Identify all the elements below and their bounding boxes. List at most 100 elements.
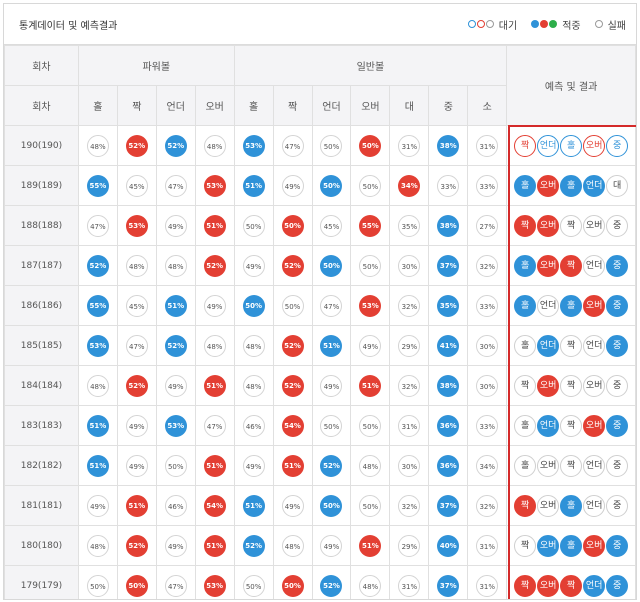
prediction-badge: 짝 <box>560 214 583 237</box>
normal-pct-badge: 52% <box>281 254 304 277</box>
power-pct-cell: 53% <box>155 405 196 446</box>
power-pct-badge: 55% <box>86 294 109 317</box>
prediction-result-cell: 짝 오버 짝 오버 중 <box>506 205 636 246</box>
normal-col-header: 소 <box>467 85 508 126</box>
normal-pct-badge: 50% <box>320 134 343 157</box>
normal-pct-badge: 47% <box>320 294 343 317</box>
normal-pct-badge: 50% <box>242 214 265 237</box>
normal-pct-cell: 31% <box>389 565 430 599</box>
prediction-result-cell: 홀 언더 홀 오버 중 <box>506 285 636 326</box>
prediction-badge: 오버 <box>537 174 560 197</box>
normal-pct-badge: 52% <box>281 374 304 397</box>
prediction-badge: 오버 <box>583 214 606 237</box>
power-pct-cell: 48% <box>77 125 118 166</box>
power-pct-badge: 49% <box>164 374 187 397</box>
prediction-badge: 홀 <box>514 454 537 477</box>
power-pct-badge: 48% <box>203 134 226 157</box>
prediction-result-cell: 짝 언더 홀 오버 중 <box>506 125 636 166</box>
normal-pct-badge: 50% <box>320 174 343 197</box>
normal-pct-badge: 35% <box>437 294 460 317</box>
table-row: 180(180) 48% 52% 49% 51% 52% 48% 49% 51% 29% 40% 31… <box>4 525 636 566</box>
power-pct-badge: 51% <box>125 494 148 517</box>
power-pct-badge: 50% <box>86 574 109 597</box>
normal-pct-cell: 32% <box>467 245 508 286</box>
normal-pct-cell: 32% <box>389 365 430 406</box>
normal-pct-cell: 50% <box>311 405 352 446</box>
prediction-result-cell: 홀 오버 홀 언더 대 <box>506 165 636 206</box>
prediction-badge: 오버 <box>583 134 606 157</box>
prediction-badge: 언더 <box>537 414 560 437</box>
normal-pct-badge: 48% <box>242 334 265 357</box>
power-pct-cell: 47% <box>155 565 196 599</box>
power-col-header: 짝 <box>116 85 157 126</box>
normal-pct-badge: 50% <box>359 414 382 437</box>
round-cell: 179(179) <box>4 565 79 599</box>
power-pct-badge: 52% <box>125 374 148 397</box>
normal-pct-badge: 37% <box>437 574 460 597</box>
prediction-result-cell: 짝 오버 홀 오버 중 <box>506 525 636 566</box>
power-pct-badge: 48% <box>164 254 187 277</box>
normal-pct-badge: 38% <box>437 374 460 397</box>
normal-pct-cell: 50% <box>311 245 352 286</box>
power-pct-cell: 51% <box>194 365 235 406</box>
normal-pct-badge: 49% <box>242 454 265 477</box>
normal-pct-badge: 48% <box>359 574 382 597</box>
powerball-group-header: 파워볼 <box>77 45 235 86</box>
normal-pct-badge: 34% <box>476 454 499 477</box>
normal-pct-cell: 49% <box>233 245 274 286</box>
round-cell: 182(182) <box>4 445 79 486</box>
normal-pct-cell: 33% <box>428 165 469 206</box>
normal-pct-badge: 41% <box>437 334 460 357</box>
power-pct-badge: 51% <box>86 454 109 477</box>
table-row: 187(187) 52% 48% 48% 52% 49% 52% 50% 50% 30% 37% 32… <box>4 245 636 286</box>
power-pct-cell: 52% <box>116 125 157 166</box>
power-pct-cell: 51% <box>77 405 118 446</box>
power-pct-cell: 49% <box>155 205 196 246</box>
prediction-result-cell: 홀 언더 짝 오버 중 <box>506 405 636 446</box>
power-pct-badge: 49% <box>125 454 148 477</box>
power-pct-cell: 52% <box>155 325 196 366</box>
prediction-badge: 오버 <box>583 374 606 397</box>
normal-pct-cell: 49% <box>233 445 274 486</box>
normal-pct-cell: 50% <box>233 285 274 326</box>
normal-pct-badge: 50% <box>281 294 304 317</box>
power-pct-badge: 46% <box>164 494 187 517</box>
power-pct-cell: 48% <box>194 125 235 166</box>
power-pct-badge: 53% <box>203 174 226 197</box>
normal-pct-badge: 50% <box>320 494 343 517</box>
power-col-header: 홀 <box>77 85 118 126</box>
normal-pct-badge: 30% <box>476 334 499 357</box>
normal-pct-badge: 31% <box>476 134 499 157</box>
normal-pct-cell: 49% <box>272 165 313 206</box>
normal-pct-badge: 32% <box>398 294 421 317</box>
power-pct-badge: 49% <box>164 214 187 237</box>
power-pct-cell: 53% <box>77 325 118 366</box>
table-row: 186(186) 55% 45% 51% 49% 50% 50% 47% 53% 32% 35% 33… <box>4 285 636 326</box>
normal-pct-cell: 49% <box>311 365 352 406</box>
normal-pct-cell: 30% <box>389 445 430 486</box>
power-pct-badge: 47% <box>164 174 187 197</box>
normal-pct-badge: 48% <box>242 374 265 397</box>
normal-pct-cell: 31% <box>467 565 508 599</box>
prediction-result-header: 예측 및 결과 <box>506 45 636 126</box>
power-pct-cell: 50% <box>155 445 196 486</box>
normal-pct-cell: 51% <box>233 485 274 526</box>
prediction-badge: 짝 <box>560 374 583 397</box>
power-pct-badge: 51% <box>164 294 187 317</box>
power-pct-cell: 49% <box>116 405 157 446</box>
power-pct-badge: 45% <box>125 174 148 197</box>
prediction-badge: 중 <box>606 254 629 277</box>
power-pct-badge: 47% <box>203 414 226 437</box>
normal-pct-cell: 53% <box>350 285 391 326</box>
power-col-header: 언더 <box>155 85 196 126</box>
normal-pct-badge: 31% <box>398 414 421 437</box>
normal-pct-badge: 40% <box>437 534 460 557</box>
prediction-badge: 오버 <box>583 534 606 557</box>
stats-panel: 통계데이터 및 예측결과 대기 적중 실패 회차 파워볼 일반볼 예측 및 결과 회… <box>3 3 637 600</box>
normal-pct-badge: 34% <box>398 174 421 197</box>
prediction-badge: 중 <box>606 374 629 397</box>
normal-pct-cell: 32% <box>389 285 430 326</box>
power-col-header: 오버 <box>194 85 235 126</box>
normal-pct-badge: 51% <box>242 174 265 197</box>
prediction-badge: 중 <box>606 574 629 597</box>
